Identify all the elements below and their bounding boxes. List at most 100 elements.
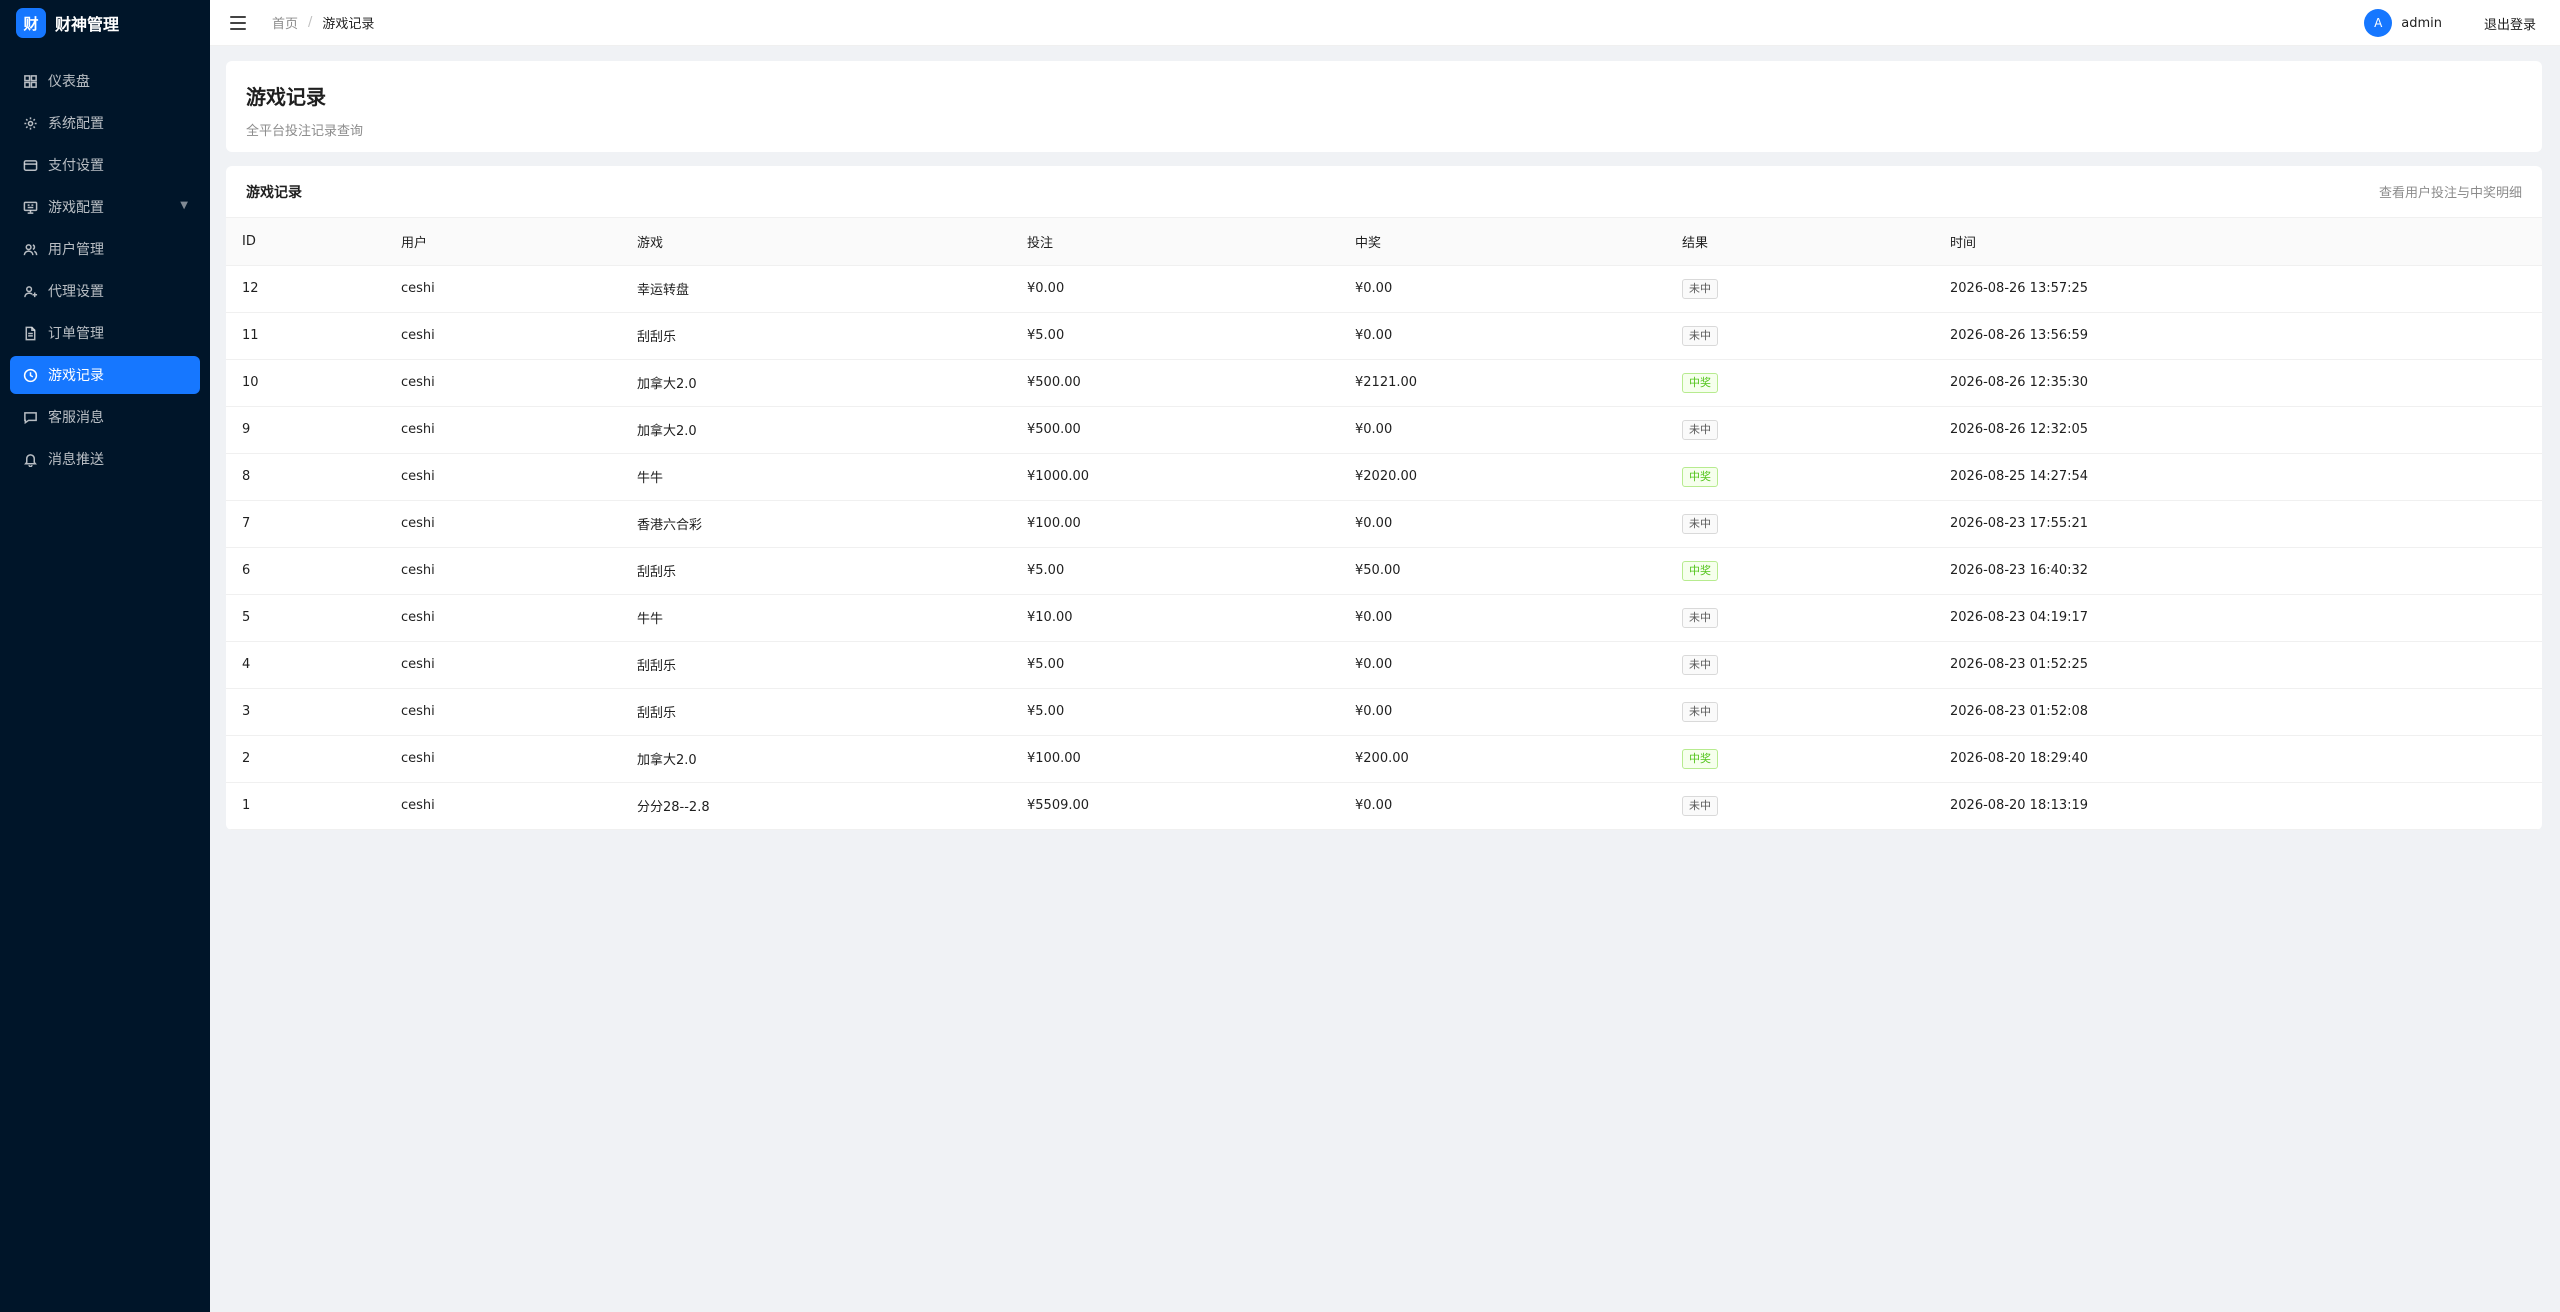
cell-bet: ¥500.00 [1027, 406, 1355, 454]
cell-user: ceshi [401, 782, 637, 830]
cell-time: 2026-08-23 01:52:08 [1950, 688, 2542, 736]
table-row: 4 ceshi 刮刮乐 ¥5.00 ¥0.00 未中 2026-08-23 01:52:25 [226, 641, 2542, 689]
cell-id: 7 [226, 500, 401, 548]
dashboard-icon [22, 73, 38, 89]
cell-time: 2026-08-20 18:29:40 [1950, 735, 2542, 783]
cell-result: 未中 [1682, 265, 1950, 313]
cell-time: 2026-08-26 12:32:05 [1950, 406, 2542, 454]
cell-id: 3 [226, 688, 401, 736]
cell-win: ¥200.00 [1355, 735, 1682, 783]
table-header-row: ID 用户 游戏 投注 中奖 结果 时间 [226, 218, 2542, 266]
cell-bet: ¥5509.00 [1027, 782, 1355, 830]
cell-user: ceshi [401, 406, 637, 454]
cell-bet: ¥100.00 [1027, 735, 1355, 783]
column-header: 中奖 [1355, 218, 1682, 266]
breadcrumb-home[interactable]: 首页 [272, 13, 298, 32]
records-card: 游戏记录 查看用户投注与中奖明细 ID 用户 游戏 投注 中奖 结果 时间 12 ceshi 幸… [226, 166, 2542, 830]
cell-result: 未中 [1682, 782, 1950, 830]
cell-game: 刮刮乐 [637, 688, 1027, 736]
cell-time: 2026-08-23 04:19:17 [1950, 594, 2542, 642]
logout-button[interactable]: 退出登录 [2484, 14, 2536, 33]
cell-result: 未中 [1682, 594, 1950, 642]
username[interactable]: admin [2401, 16, 2442, 31]
table-row: 10 ceshi 加拿大2.0 ¥500.00 ¥2121.00 中奖 2026-08-26… [226, 359, 2542, 407]
column-header: 用户 [401, 218, 637, 266]
cell-time: 2026-08-26 13:56:59 [1950, 312, 2542, 360]
cell-time: 2026-08-23 01:52:25 [1950, 641, 2542, 689]
result-tag: 未中 [1682, 419, 1718, 440]
table-row: 6 ceshi 刮刮乐 ¥5.00 ¥50.00 中奖 2026-08-23 16:40:3… [226, 547, 2542, 595]
cell-result: 未中 [1682, 406, 1950, 454]
cell-bet: ¥5.00 [1027, 312, 1355, 360]
sidebar-item-6[interactable]: 代理设置 [10, 272, 200, 310]
brand[interactable]: 财 财神管理 [0, 0, 210, 46]
sidebar-item-1[interactable]: 仪表盘 [10, 62, 200, 100]
cell-user: ceshi [401, 688, 637, 736]
result-tag: 未中 [1682, 795, 1718, 816]
cell-user: ceshi [401, 500, 637, 548]
cell-user: ceshi [401, 641, 637, 689]
cell-id: 4 [226, 641, 401, 689]
sidebar-item-label: 游戏配置 [48, 200, 104, 216]
sidebar-item-7[interactable]: 订单管理 [10, 314, 200, 352]
sidebar-item-4[interactable]: 游戏配置 ▼ [10, 188, 200, 226]
table-row: 7 ceshi 香港六合彩 ¥100.00 ¥0.00 未中 2026-08-23 17:5… [226, 500, 2542, 548]
cell-id: 11 [226, 312, 401, 360]
cell-result: 未中 [1682, 500, 1950, 548]
cell-user: ceshi [401, 359, 637, 407]
top-header: 首页 / 游戏记录 A admin 退出登录 [210, 0, 2560, 46]
sidebar-item-label: 仪表盘 [48, 74, 90, 90]
document-icon [22, 325, 38, 341]
cell-bet: ¥1000.00 [1027, 453, 1355, 501]
cell-bet: ¥100.00 [1027, 500, 1355, 548]
cell-game: 香港六合彩 [637, 500, 1027, 548]
sidebar-menu: 仪表盘系统配置支付设置游戏配置 ▼ 用户管理代理设置订单管理游戏记录客服消息消息推送 [0, 62, 210, 478]
result-tag: 中奖 [1682, 560, 1718, 581]
column-header: 游戏 [637, 218, 1027, 266]
cell-win: ¥0.00 [1355, 782, 1682, 830]
result-tag: 中奖 [1682, 372, 1718, 393]
cell-bet: ¥5.00 [1027, 688, 1355, 736]
breadcrumb-current: 游戏记录 [322, 17, 375, 32]
credit-card-icon [22, 157, 38, 173]
cell-game: 刮刮乐 [637, 547, 1027, 595]
table-row: 9 ceshi 加拿大2.0 ¥500.00 ¥0.00 未中 2026-08-26 12:… [226, 406, 2542, 454]
column-header: ID [226, 218, 401, 266]
cell-result: 未中 [1682, 688, 1950, 736]
gear-icon [22, 115, 38, 131]
sidebar-item-2[interactable]: 系统配置 [10, 104, 200, 142]
cell-user: ceshi [401, 312, 637, 360]
sidebar-item-5[interactable]: 用户管理 [10, 230, 200, 268]
sidebar-item-label: 客服消息 [48, 410, 104, 426]
cell-result: 中奖 [1682, 735, 1950, 783]
sidebar-item-label: 系统配置 [48, 116, 104, 132]
column-header: 投注 [1027, 218, 1355, 266]
result-tag: 未中 [1682, 278, 1718, 299]
sidebar-item-label: 订单管理 [48, 326, 104, 342]
result-tag: 未中 [1682, 607, 1718, 628]
result-tag: 未中 [1682, 325, 1718, 346]
users-icon [22, 241, 38, 257]
cell-result: 未中 [1682, 641, 1950, 689]
cell-time: 2026-08-23 17:55:21 [1950, 500, 2542, 548]
sidebar-item-label: 支付设置 [48, 158, 104, 174]
card-header: 游戏记录 查看用户投注与中奖明细 [226, 166, 2542, 218]
sidebar-item-8[interactable]: 游戏记录 [10, 356, 200, 394]
cell-id: 5 [226, 594, 401, 642]
cell-bet: ¥5.00 [1027, 547, 1355, 595]
sidebar-item-10[interactable]: 消息推送 [10, 440, 200, 478]
cell-id: 6 [226, 547, 401, 595]
sidebar-item-9[interactable]: 客服消息 [10, 398, 200, 436]
cell-user: ceshi [401, 453, 637, 501]
avatar[interactable]: A [2364, 9, 2393, 37]
cell-user: ceshi [401, 594, 637, 642]
column-header: 时间 [1950, 218, 2542, 266]
sidebar-item-3[interactable]: 支付设置 [10, 146, 200, 184]
cell-win: ¥0.00 [1355, 500, 1682, 548]
result-tag: 未中 [1682, 513, 1718, 534]
cell-win: ¥0.00 [1355, 688, 1682, 736]
menu-toggle-icon[interactable] [230, 15, 246, 30]
cell-win: ¥0.00 [1355, 641, 1682, 689]
table-row: 2 ceshi 加拿大2.0 ¥100.00 ¥200.00 中奖 2026-08-20 1… [226, 735, 2542, 783]
cell-id: 2 [226, 735, 401, 783]
